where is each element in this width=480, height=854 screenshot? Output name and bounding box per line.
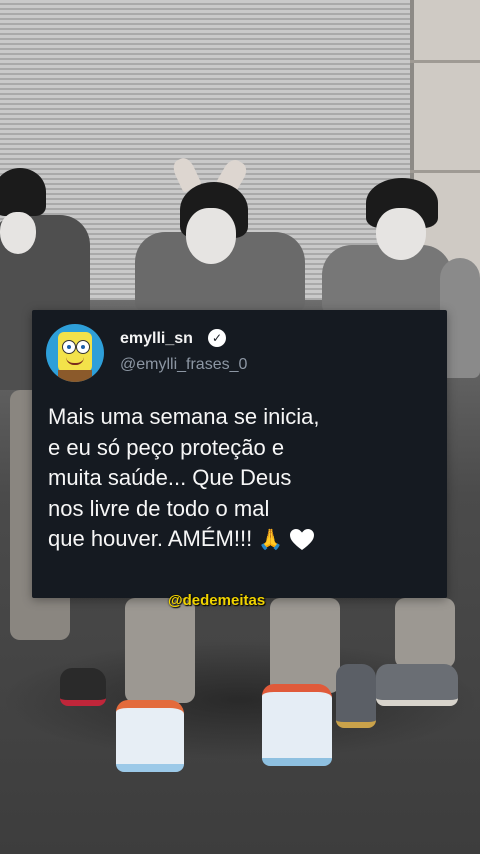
white-heart-icon [290,529,315,551]
tweet-handle[interactable]: @emylli_frases_0 [120,356,247,374]
tweet-text: Mais uma semana se inicia, e eu só peço … [48,402,443,555]
praying-hands-icon: 🙏 [258,528,284,551]
wall-seam [410,170,480,173]
tweet-card: emylli_sn ✓ @emylli_frases_0 Mais uma se… [32,310,447,598]
tweet-username[interactable]: emylli_sn [120,330,193,348]
spongebob-avatar-icon[interactable] [46,324,104,382]
verified-check-icon: ✓ [208,329,226,347]
wall-seam [410,60,480,63]
overlay-watermark-handle: @dedemeitas [168,592,266,609]
